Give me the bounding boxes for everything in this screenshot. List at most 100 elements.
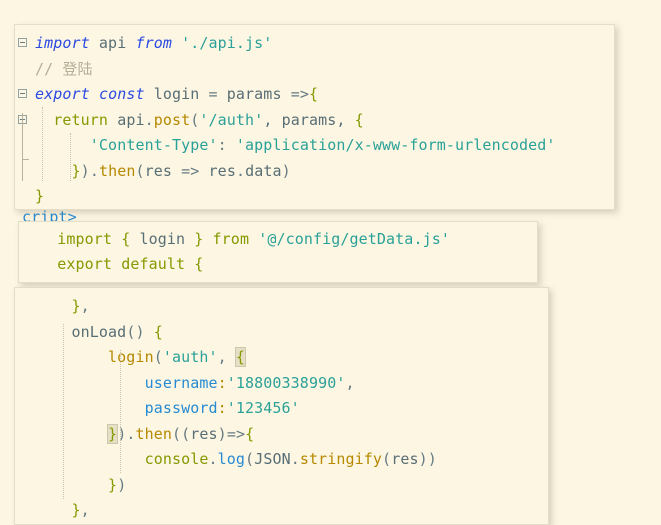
code-token: username (144, 373, 218, 392)
code-token: 'application/x-www-form-urlencoded' (235, 136, 556, 154)
code-token: res (199, 161, 236, 180)
code-token: export (35, 85, 90, 103)
code-line[interactable]: login('auth', { (15, 345, 548, 371)
code-token: . (144, 110, 154, 129)
code-line[interactable]: }, (15, 294, 548, 320)
code-token: const (98, 85, 145, 103)
code-token: . (235, 161, 246, 180)
code-line[interactable]: }).then(res => res.data) (15, 158, 614, 185)
code-token: login (130, 230, 195, 248)
code-token: )) (418, 450, 437, 468)
code-line[interactable]: import { login } from '@/config/getData.… (19, 227, 537, 252)
code-line[interactable]: onLoad() { (15, 320, 548, 346)
code-token: then (135, 424, 172, 443)
code-token: } (108, 475, 118, 494)
code-line[interactable]: export const login = params =>{ (15, 82, 614, 108)
code-token: from (212, 230, 250, 248)
code-token: , params, (263, 110, 355, 129)
code-token: { (234, 347, 247, 367)
code-token: data (245, 161, 282, 180)
code-token: } (35, 187, 45, 205)
code-token: params (217, 85, 291, 103)
fold-range-line (22, 113, 23, 181)
code-line[interactable]: } (15, 184, 614, 209)
code-token: res (391, 450, 419, 468)
code-line[interactable]: }) (15, 473, 548, 499)
code-token: ( (245, 450, 255, 468)
code-token: ) (117, 475, 127, 494)
code-token: => (290, 85, 309, 103)
fold-end-icon (22, 158, 29, 160)
code-token: import (35, 34, 90, 52)
code-panel-vue-imports[interactable]: import { login } from '@/config/getData.… (18, 221, 538, 283)
code-token: , (80, 297, 90, 315)
fold-toggle-icon[interactable] (18, 89, 27, 98)
code-token: 'auth' (162, 348, 218, 366)
code-line[interactable]: import api from './api.js' (15, 31, 614, 57)
code-content-api-module[interactable]: import api from './api.js' // 登陆 export co… (15, 25, 614, 209)
code-token: () (126, 322, 154, 341)
fold-toggle-icon[interactable] (18, 38, 27, 47)
code-token: res (144, 161, 182, 180)
code-token: '@/config/getData.js' (258, 230, 450, 248)
code-token: { (121, 230, 131, 248)
code-token: : (217, 373, 227, 392)
code-panel-api-module[interactable]: import api from './api.js' // 登陆 export co… (14, 24, 615, 210)
code-token: password (144, 399, 218, 417)
code-token: ( (135, 161, 145, 180)
code-token: } (107, 423, 119, 444)
code-token: return (53, 110, 109, 129)
code-token: log (217, 450, 246, 468)
indent-guide (42, 107, 44, 181)
code-token: { (153, 322, 163, 341)
code-token: post (153, 110, 191, 129)
code-token: then (98, 161, 136, 180)
code-token: '/auth' (199, 110, 264, 129)
code-line[interactable]: username:'18800338990', (15, 371, 548, 397)
code-token: . (208, 450, 218, 468)
code-token: console (144, 450, 209, 468)
code-token: './api.js' (181, 34, 273, 52)
code-token: => (226, 424, 246, 443)
code-token: api (108, 110, 145, 129)
code-token: ) (217, 424, 227, 443)
code-line[interactable]: export default { (19, 252, 537, 277)
screenshot-stage: cript> import api from './api.js'// 登陆 ex… (0, 0, 661, 525)
code-token: , (80, 501, 90, 519)
code-token: default (121, 255, 186, 273)
code-line[interactable]: // 登陆 (15, 57, 614, 83)
code-content-vue-imports[interactable]: import { login } from '@/config/getData.… (19, 222, 537, 282)
code-token: = (208, 85, 218, 103)
code-line[interactable]: }).then((res)=>{ (15, 422, 548, 448)
code-token: } (71, 161, 81, 180)
code-line[interactable]: console.log(JSON.stringify(res)) (15, 447, 548, 473)
code-token: { (354, 110, 364, 129)
indent-guide (120, 350, 122, 473)
code-token: ) (80, 161, 90, 180)
code-line[interactable]: return api.post('/auth', params, { (15, 108, 614, 134)
code-token: '123456' (226, 399, 300, 417)
code-line[interactable]: 'Content-Type': 'application/x-www-form-… (15, 133, 614, 159)
code-token: } (71, 501, 81, 519)
code-line[interactable]: }, (15, 498, 548, 524)
code-panel-onload[interactable]: }, onLoad() { login('auth', { username:'… (14, 287, 549, 525)
code-token: from (135, 34, 172, 52)
code-content-onload[interactable]: }, onLoad() { login('auth', { username:'… (15, 288, 548, 524)
code-line[interactable]: password:'123456' (15, 396, 548, 422)
indent-guide (70, 133, 72, 181)
code-token: // 登陆 (35, 59, 93, 78)
code-token: res (190, 424, 218, 443)
code-token: import (57, 230, 113, 248)
code-token: } (71, 297, 81, 315)
code-token: , (217, 348, 236, 366)
